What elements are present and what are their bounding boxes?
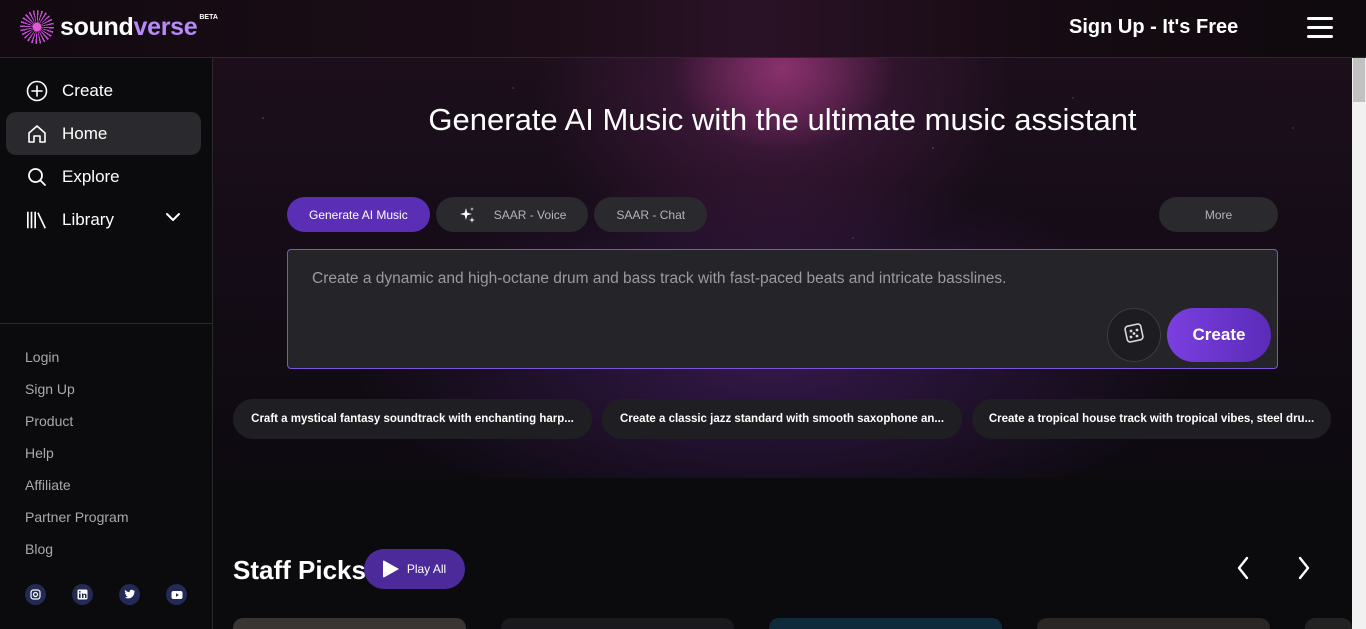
random-prompt-button[interactable] [1107, 308, 1161, 362]
tab-saar-chat[interactable]: SAAR - Chat [594, 197, 708, 232]
page-title: Generate AI Music with the ultimate musi… [428, 102, 1137, 137]
tab-label: SAAR - Chat [616, 207, 686, 222]
sidebar-item-explore[interactable]: Explore [6, 155, 201, 198]
footer-link-product[interactable]: Product [25, 413, 73, 429]
tab-label: SAAR - Voice [493, 207, 567, 222]
mode-tabs: Generate AI Music SAAR - Voice SAAR - Ch… [287, 197, 708, 232]
sidebar-item-label: Library [62, 209, 114, 229]
tab-label: Generate AI Music [309, 207, 408, 222]
sparkle-icon [458, 206, 476, 224]
carousel-prev-button[interactable] [1228, 555, 1258, 585]
suggestion-chip[interactable]: Craft a mystical fantasy soundtrack with… [233, 399, 592, 439]
brand-name-part2: verse [133, 12, 198, 41]
carousel-next-button[interactable] [1289, 555, 1319, 585]
footer-link-help[interactable]: Help [25, 445, 54, 461]
scrollbar-thumb[interactable] [1353, 58, 1365, 102]
sidebar-item-label: Explore [62, 166, 120, 186]
prompt-placeholder: Create a dynamic and high-octane drum an… [312, 270, 1007, 287]
sidebar: Create Home Explore Library Login Sign U… [0, 58, 213, 629]
soundverse-logo[interactable]: soundverse BETA [20, 10, 218, 44]
sidebar-item-library[interactable]: Library [6, 198, 201, 241]
staff-pick-card[interactable] [1305, 618, 1352, 629]
footer-link-partner-program[interactable]: Partner Program [25, 509, 128, 525]
footer-link-login[interactable]: Login [25, 349, 59, 365]
staff-pick-card[interactable] [769, 618, 1002, 629]
linkedin-icon[interactable] [72, 584, 93, 605]
twitter-icon[interactable] [119, 584, 140, 605]
footer-link-affiliate[interactable]: Affiliate [25, 477, 71, 493]
footer-link-signup[interactable]: Sign Up [25, 381, 75, 397]
suggestion-chip[interactable]: Create a tropical house track with tropi… [972, 399, 1331, 439]
hamburger-icon[interactable] [1307, 17, 1333, 39]
create-button[interactable]: Create [1167, 308, 1271, 362]
play-icon [382, 560, 399, 578]
social-links [25, 584, 187, 605]
brand-name-part1: sound [60, 12, 134, 41]
search-icon [26, 166, 48, 188]
sidebar-item-home[interactable]: Home [6, 112, 201, 155]
home-icon [26, 123, 48, 145]
youtube-icon[interactable] [166, 584, 187, 605]
sidebar-divider [0, 323, 212, 324]
sidebar-item-label: Create [62, 80, 114, 100]
plus-circle-icon [26, 80, 48, 102]
play-all-label: Play All [406, 562, 447, 576]
section-title-staff-picks: Staff Picks [233, 555, 366, 585]
main-content: Generate AI Music with the ultimate musi… [213, 58, 1352, 629]
top-bar: soundverse BETA Sign Up - It's Free [0, 0, 1366, 58]
tab-saar-voice[interactable]: SAAR - Voice [435, 197, 589, 232]
staff-pick-card[interactable] [233, 618, 466, 629]
sidebar-item-label: Home [62, 123, 108, 143]
sidebar-item-create[interactable]: Create [6, 69, 201, 112]
chevron-right-icon [1297, 556, 1311, 585]
staff-pick-card[interactable] [501, 618, 734, 629]
logo-icon [20, 10, 54, 44]
chevron-down-icon[interactable] [165, 210, 181, 228]
dice-icon [1123, 322, 1145, 349]
prompt-input[interactable]: Create a dynamic and high-octane drum an… [287, 249, 1278, 369]
chevron-left-icon [1236, 556, 1250, 585]
beta-badge: BETA [199, 13, 218, 21]
footer-link-blog[interactable]: Blog [25, 541, 53, 557]
suggestion-chip[interactable]: Create a classic jazz standard with smoo… [602, 399, 962, 439]
signup-cta-link[interactable]: Sign Up - It's Free [1069, 16, 1238, 39]
tab-generate-ai-music[interactable]: Generate AI Music [287, 197, 430, 232]
play-all-button[interactable]: Play All [364, 549, 465, 589]
brand-name: soundverse [60, 12, 198, 42]
staff-pick-card[interactable] [1037, 618, 1270, 629]
instagram-icon[interactable] [25, 584, 46, 605]
scrollbar[interactable] [1352, 58, 1366, 629]
library-icon [26, 209, 48, 231]
more-button[interactable]: More [1159, 197, 1278, 232]
